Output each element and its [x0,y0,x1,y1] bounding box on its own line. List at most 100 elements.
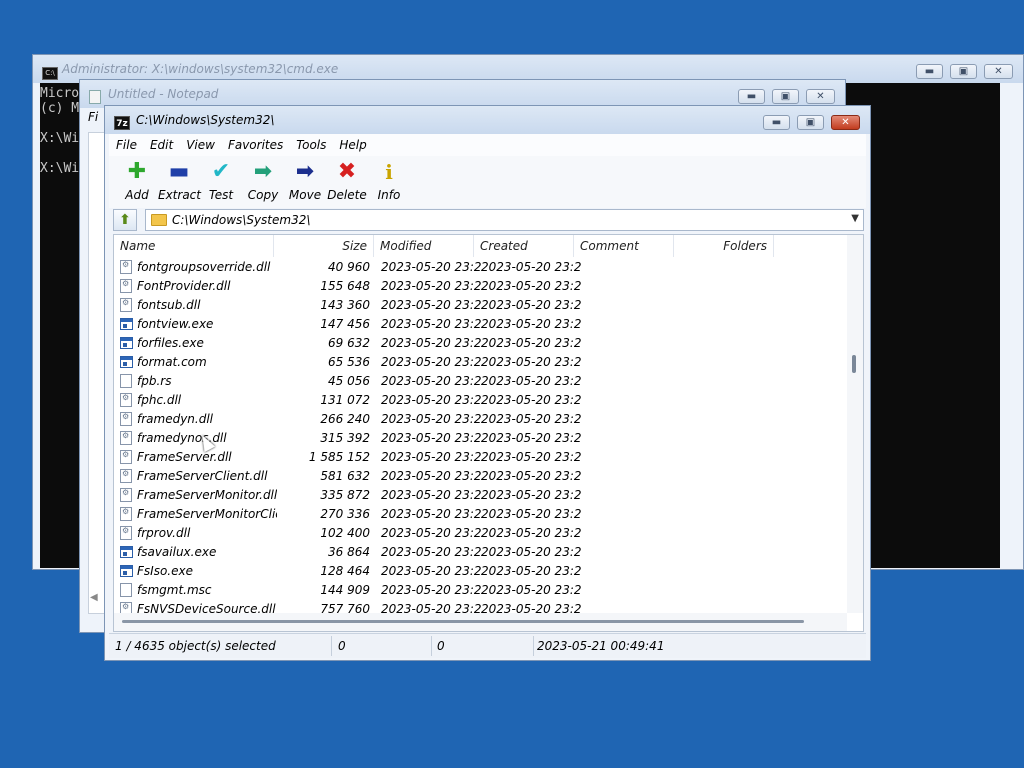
vertical-scroll-thumb[interactable] [852,355,856,373]
table-row[interactable]: format.com 65 536 2023-05-20 23:27 2023-05-… [114,352,847,371]
file-size: 131 072 [320,393,370,407]
7zip-window[interactable]: 7z C:\Windows\System32\ ▬ ▣ ✕ File Edit Vi… [104,105,871,661]
table-row[interactable]: FrameServerMonitorClie... 270 336 2023-05-… [114,504,847,523]
chevron-down-icon[interactable]: ▼ [851,213,859,224]
file-size: 1 585 152 [308,450,370,464]
file-size: 266 240 [320,412,370,426]
file-name: framedyn.dll [137,412,214,426]
file-name: fontgroupsoverride.dll [137,260,271,274]
table-row[interactable]: FsIso.exe 128 464 2023-05-20 23:28 2023-05-… [114,561,847,580]
table-row[interactable]: FrameServerClient.dll 581 632 2023-05-20 2… [114,466,847,485]
copy-button[interactable]: ➡ Copy [242,160,284,204]
address-bar: ⬆ C:\Windows\System32\ ▼ [113,208,864,232]
horizontal-scrollbar[interactable] [114,613,847,631]
file-name: frprov.dll [137,526,191,540]
minimize-button[interactable]: ▬ [738,89,765,104]
file-modified: 2023-05-20 23:27 [381,279,481,293]
folder-up-button[interactable]: ⬆ [113,209,137,231]
file-modified: 2023-05-20 23:27 [381,317,481,331]
file-size: 128 464 [320,564,370,578]
column-header-comment[interactable]: Comment [574,235,674,257]
file-created: 2023-05-20 23:28 [481,526,581,540]
file-size: 155 648 [320,279,370,293]
table-row[interactable]: fontview.exe 147 456 2023-05-20 23:27 2023-… [114,314,847,333]
column-header-created[interactable]: Created [474,235,574,257]
test-button[interactable]: ✔ Test [200,160,242,204]
file-created: 2023-05-20 23:27 [481,317,581,331]
maximize-button[interactable]: ▣ [772,89,799,104]
column-header-size[interactable]: Size [274,235,374,257]
add-button[interactable]: ✚ Add [116,160,158,204]
menu-view[interactable]: View [179,134,221,156]
file-size: 144 909 [320,583,370,597]
test-icon: ✔ [211,159,231,184]
notepad-titlebar[interactable]: Untitled - Notepad ▬ ▣ ✕ [80,80,845,108]
vertical-scrollbar[interactable] [847,235,863,613]
file-name: fontsub.dll [137,298,201,312]
file-created: 2023-05-20 23:28 [481,374,581,388]
info-button[interactable]: i Info [368,160,410,204]
table-row[interactable]: fsavailux.exe 36 864 2023-05-20 23:28 2023-… [114,542,847,561]
table-row[interactable]: frprov.dll 102 400 2023-05-20 23:282023-05… [114,523,847,542]
delete-button[interactable]: ✖ Delete [326,160,368,204]
close-button[interactable]: ✕ [984,64,1013,79]
toolbar-label: Extract [158,188,201,202]
toolbar-label: Add [125,188,149,202]
file-created: 2023-05-20 23:28 [481,336,581,350]
toolbar-label: Test [208,188,234,202]
horizontal-scroll-thumb[interactable] [122,620,804,623]
table-row[interactable]: fontsub.dll 143 360 2023-05-20 23:282023-0… [114,295,847,314]
column-header-name[interactable]: Name [114,235,274,257]
file-size: 335 872 [320,488,370,502]
file-created: 2023-05-20 23:27 [481,355,581,369]
table-row[interactable]: fpb.rs 45 056 2023-05-20 23:28 2023-05-20 2… [114,371,847,390]
file-size: 36 864 [328,545,370,559]
minimize-button[interactable]: ▬ [763,115,790,130]
table-row[interactable]: fsmgmt.msc 144 909 2023-05-20 23:27 2023-05… [114,580,847,599]
close-button[interactable]: ✕ [806,89,835,104]
maximize-button[interactable]: ▣ [797,115,824,130]
maximize-button[interactable]: ▣ [950,64,977,79]
table-row[interactable]: framedyn.dll 266 240 2023-05-20 23:272023-… [114,409,847,428]
column-header-modified[interactable]: Modified [374,235,474,257]
7zip-titlebar[interactable]: 7z C:\Windows\System32\ ▬ ▣ ✕ [105,106,870,134]
application-icon [120,318,133,330]
menu-tools[interactable]: Tools [289,134,332,156]
menu-edit[interactable]: Edit [143,134,179,156]
close-button[interactable]: ✕ [831,115,860,130]
info-icon: i [385,160,393,184]
minimize-button[interactable]: ▬ [916,64,943,79]
7zip-logo-icon: 7z [114,116,130,130]
path-input[interactable]: C:\Windows\System32\ ▼ [145,209,864,231]
extract-button[interactable]: ▬ Extract [158,160,201,204]
file-modified: 2023-05-20 23:27 [381,260,481,274]
table-row[interactable]: forfiles.exe 69 632 2023-05-20 23:28 2023-0… [114,333,847,352]
move-button[interactable]: ➡ Move [284,160,326,204]
menu-favorites[interactable]: Favorites [221,134,289,156]
file-size: 40 960 [328,260,370,274]
file-name: fpb.rs [137,374,172,388]
file-name: FrameServerClient.dll [137,469,268,483]
file-size: 147 456 [320,317,370,331]
table-row[interactable]: fphc.dll 131 072 2023-05-20 23:282023-05-2… [114,390,847,409]
file-created: 2023-05-20 23:27 [481,583,581,597]
status-size: 0 [338,639,346,653]
file-size: 102 400 [320,526,370,540]
table-row[interactable]: FontProvider.dll 155 648 2023-05-20 23:272… [114,276,847,295]
table-row[interactable]: FrameServer.dll 1 585 152 2023-05-20 23:28… [114,447,847,466]
table-row[interactable]: framedynos.dll315 3922023-05-20 23:28202… [114,428,847,447]
file-list[interactable]: Name Size Modified Created Comment Folde… [113,234,864,632]
file-created: 2023-05-20 23:28 [481,431,581,445]
scroll-left-icon[interactable]: ◀ [90,592,98,603]
toolbar: ✚ Add ▬ Extract ✔ Test ➡ Copy ➡ Move ✖ Delete i Info [109,156,866,208]
column-header-folders[interactable]: Folders [674,235,774,257]
menu-file[interactable]: File [109,134,143,156]
table-row[interactable]: FrameServerMonitor.dll 335 872 2023-05-20 … [114,485,847,504]
menu-help[interactable]: Help [332,134,372,156]
file-created: 2023-05-20 23:28 [481,393,581,407]
application-icon [120,565,133,577]
dll-file-icon [120,260,132,274]
file-modified: 2023-05-20 23:28 [381,469,481,483]
status-bar: 1 / 4635 object(s) selected 0 0 2023-05-… [109,633,866,658]
table-row[interactable]: fontgroupsoverride.dll 40 960 2023-05-20 2… [114,257,847,276]
